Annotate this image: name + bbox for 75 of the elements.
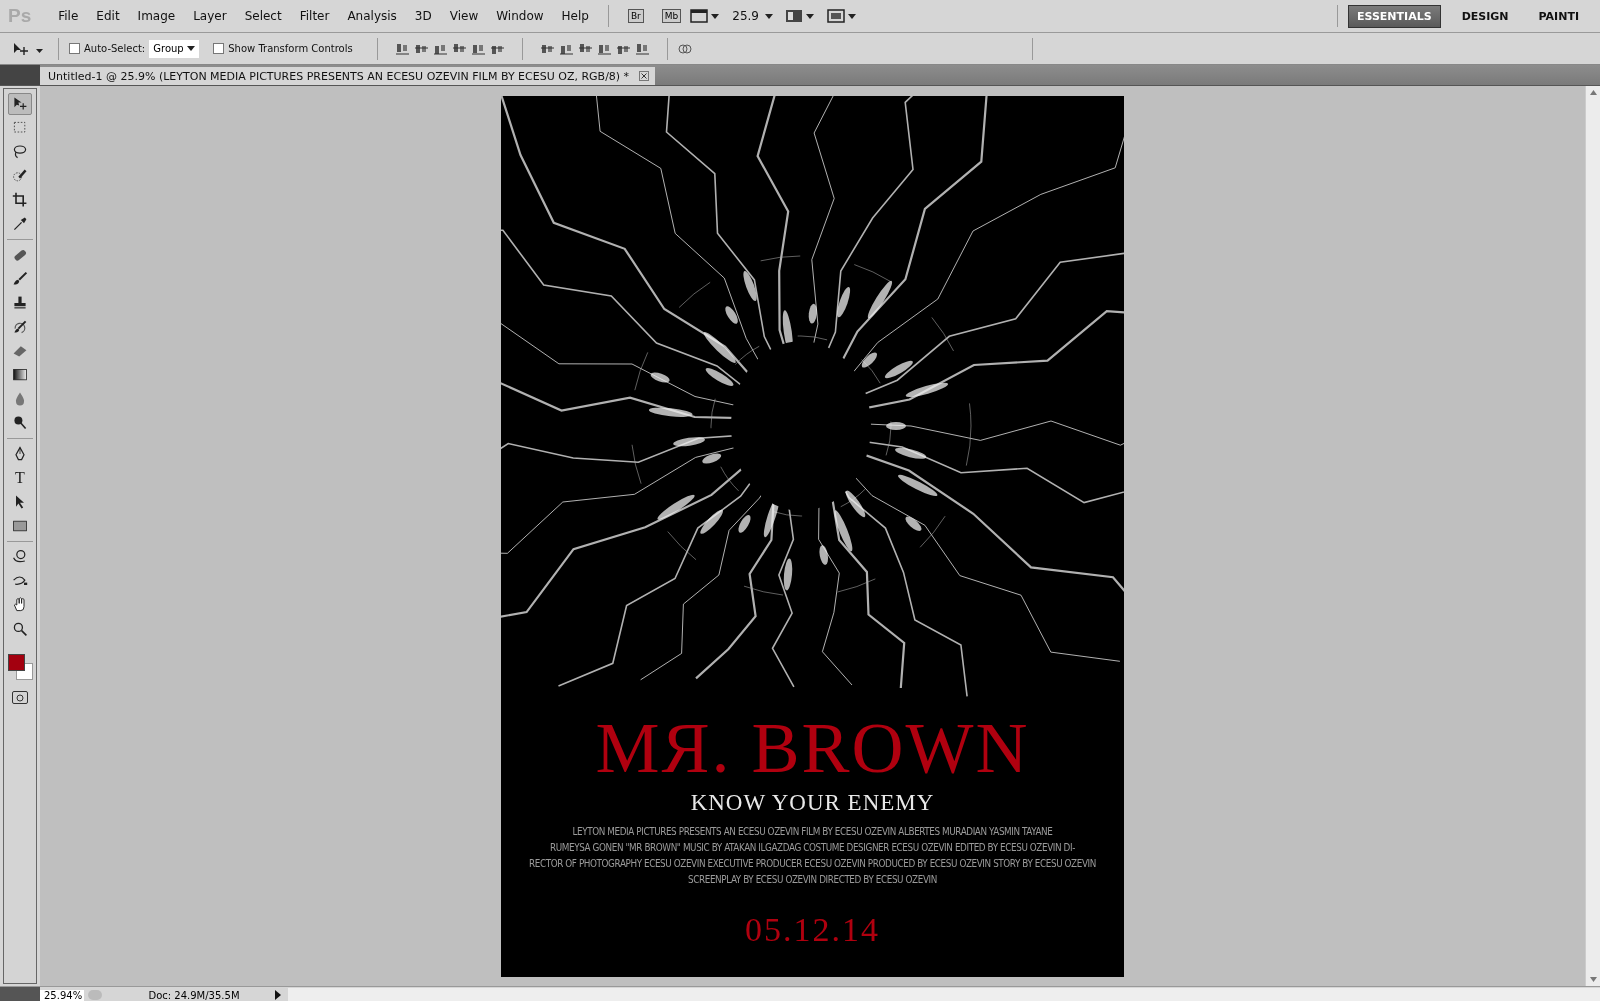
- distribute-icon[interactable]: [635, 42, 649, 55]
- credits-line: SCREENPLAY BY ECESU OZEVIN DIRECTED BY ECESU OZEVIN: [688, 873, 937, 885]
- auto-select-label: Auto-Select:: [84, 43, 146, 54]
- menu-item[interactable]: Help: [552, 9, 598, 23]
- align-icon[interactable]: [452, 42, 466, 55]
- quick-select-icon: [12, 168, 28, 184]
- credits-line: RUMEYSA GONEN "MR BROWN" MUSIC BY ATAKAN ILGAZDAG COSTUME DESIGNER ECESU OZEVIN EDITED BY ECESU OZEVIN DI-: [550, 841, 1075, 853]
- move-tool[interactable]: [8, 93, 32, 115]
- menu-item[interactable]: Analysis: [338, 9, 406, 23]
- gradient-icon: [12, 367, 28, 383]
- bridge-button[interactable]: Br: [627, 9, 644, 23]
- screen-mode-icon[interactable]: [827, 9, 857, 23]
- document-size: Doc: 24.9M/35.5M: [147, 989, 241, 1001]
- crop-icon: [12, 192, 28, 208]
- stamp-icon: [12, 295, 28, 311]
- distribute-icon[interactable]: [559, 42, 573, 55]
- poster-tagline: KNOW YOUR ENEMY: [690, 789, 935, 816]
- credits-line: RECTOR OF PHOTOGRAPHY ECESU OZEVIN EXECUTIVE PRODUCER ECESU OZEVIN PRODUCED BY ECESU OZEVIN STORY BY ECESU OZEVIN: [529, 857, 1096, 869]
- align-icon[interactable]: [471, 42, 485, 55]
- arrange-documents-icon[interactable]: [785, 9, 815, 23]
- zoom-percentage[interactable]: 25.94%: [40, 989, 84, 1001]
- marquee-icon: [12, 120, 28, 136]
- zoom-level-dropdown[interactable]: 25.9: [732, 9, 773, 23]
- horizontal-scrollbar[interactable]: [288, 988, 1600, 1001]
- distribute-icon[interactable]: [540, 42, 554, 55]
- eyedropper-icon: [12, 216, 28, 232]
- document-tab[interactable]: Untitled-1 @ 25.9% (LEYTON MEDIA PICTURES PRESENTS AN ECESU OZEVIN FILM BY ECESU OZ, RGB/8) *: [40, 67, 656, 85]
- lasso-icon: [12, 144, 28, 160]
- menu-item[interactable]: Edit: [87, 9, 129, 23]
- eraser-icon: [12, 343, 28, 359]
- menu-item[interactable]: Select: [235, 9, 291, 23]
- distribute-icon[interactable]: [597, 42, 611, 55]
- menu-item[interactable]: Image: [128, 9, 185, 23]
- release-date: 05.12.14: [745, 910, 880, 949]
- auto-select-dropdown[interactable]: Group: [149, 39, 200, 58]
- auto-align-icon[interactable]: [677, 41, 692, 56]
- rotate-3d-icon: [12, 549, 28, 565]
- history-brush-icon: [12, 319, 28, 335]
- quick-mask-icon[interactable]: [12, 691, 28, 704]
- close-icon[interactable]: [639, 71, 650, 81]
- status-menu-icon[interactable]: [274, 990, 282, 1000]
- vertical-scrollbar[interactable]: [1585, 86, 1600, 986]
- transform-controls-label: Show Transform Controls: [228, 43, 353, 54]
- zoom-icon: [12, 621, 28, 637]
- menu-item[interactable]: Filter: [290, 9, 339, 23]
- align-icon[interactable]: [414, 42, 428, 55]
- scroll-down-icon[interactable]: [1589, 977, 1597, 982]
- distribute-icon[interactable]: [578, 42, 592, 55]
- align-icon[interactable]: [395, 42, 409, 55]
- transform-controls-checkbox[interactable]: [213, 43, 225, 54]
- workspace-tab[interactable]: ESSENTIALS: [1348, 4, 1441, 28]
- poster-title: MЯ. BROWN: [595, 711, 1030, 784]
- view-extras-icon[interactable]: [690, 9, 721, 23]
- menu-item[interactable]: View: [440, 9, 488, 23]
- dodge-icon: [12, 415, 28, 431]
- document-title: Untitled-1 @ 25.9% (LEYTON MEDIA PICTURES PRESENTS AN ECESU OZEVIN FILM BY ECESU OZ, RGB/8) *: [48, 69, 630, 83]
- align-icon[interactable]: [433, 42, 447, 55]
- pen-icon: [12, 446, 28, 462]
- brush-icon: [12, 271, 28, 287]
- color-swatches-icon[interactable]: [6, 653, 34, 681]
- move-icon: [12, 96, 28, 112]
- type-tool[interactable]: T: [8, 467, 32, 489]
- menu-item[interactable]: File: [49, 9, 88, 23]
- mini-bridge-button[interactable]: Mb: [661, 9, 682, 23]
- menu-item[interactable]: Layer: [184, 9, 236, 23]
- scroll-up-icon[interactable]: [1589, 90, 1597, 95]
- menu-item[interactable]: 3D: [405, 9, 441, 23]
- menu-item[interactable]: Window: [487, 9, 553, 23]
- credits-line: LEYTON MEDIA PICTURES PRESENTS AN ECESU OZEVIN FILM BY ECESU OZEVIN ALBERTES MURADIAN YASMIN TAYANE: [572, 825, 1053, 837]
- hand-icon: [12, 597, 28, 613]
- panel-edge-bar: [0, 987, 40, 1001]
- rectangle-icon: [12, 518, 28, 534]
- workspace-tab[interactable]: PAINTI: [1529, 4, 1588, 28]
- workspace-tab[interactable]: DESIGN: [1452, 4, 1518, 28]
- auto-select-checkbox[interactable]: [69, 43, 80, 54]
